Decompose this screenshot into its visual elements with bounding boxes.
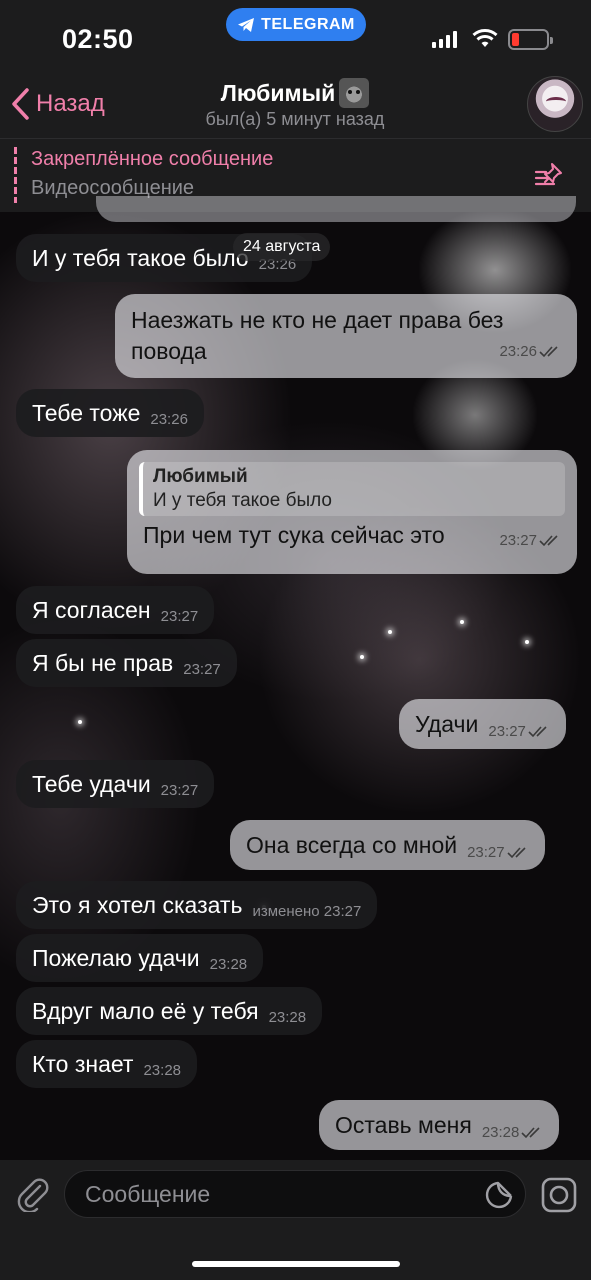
- message-time: 23:28: [268, 1009, 307, 1026]
- message-text: Тебе тоже: [32, 399, 141, 426]
- message-time: изменено 23:27: [252, 903, 362, 920]
- message-time: 23:27: [467, 844, 529, 861]
- message-time: 23:28: [209, 956, 248, 973]
- paperclip-icon[interactable]: [16, 1176, 50, 1212]
- double-check-icon: [507, 846, 526, 858]
- message-time: 23:28: [143, 1062, 182, 1079]
- date-separator: 24 августа: [233, 233, 331, 261]
- home-indicator[interactable]: [192, 1261, 400, 1267]
- back-label: Назад: [36, 90, 105, 117]
- message-time: 23:27: [499, 532, 561, 549]
- sticker-icon[interactable]: [484, 1180, 514, 1210]
- wifi-icon: [472, 29, 498, 47]
- message-text: Наезжать не кто не дает права без: [131, 307, 504, 333]
- double-check-icon: [521, 1126, 540, 1138]
- message-text: Я согласен: [32, 596, 151, 623]
- message-text: При чем тут сука сейчас это: [143, 522, 445, 548]
- message-bubble-outgoing[interactable]: Она всегда со мной 23:27: [230, 820, 545, 870]
- message-bubble-incoming[interactable]: Это я хотел сказать изменено 23:27: [16, 881, 378, 929]
- video-message-camera-icon[interactable]: [541, 1177, 577, 1213]
- message-text: Удачи: [415, 710, 479, 737]
- cat-emoji-icon: [339, 78, 370, 108]
- message-bubble-incoming[interactable]: Я согласен 23:27: [16, 586, 215, 634]
- message-bubble-outgoing[interactable]: Наезжать не кто не дает права без повода…: [115, 294, 577, 378]
- message-text: Тебе удачи: [32, 770, 151, 797]
- reply-quote[interactable]: Любимый И у тебя такое было: [139, 462, 565, 516]
- message-text: Оставь меня: [335, 1111, 472, 1138]
- double-check-icon: [539, 534, 558, 546]
- message-time: 23:26: [150, 411, 188, 428]
- message-time: 23:27: [183, 661, 221, 678]
- message-time: 23:27: [160, 608, 199, 625]
- message-bubble-partial: [96, 196, 576, 222]
- message-text: Она всегда со мной: [246, 831, 458, 858]
- status-time: 02:50: [62, 24, 134, 54]
- chat-header: Назад Любимый был(а) 5 минут назад: [0, 70, 591, 138]
- status-bar: 02:50 TELEGRAM: [0, 0, 591, 70]
- cellular-signal-icon: [432, 31, 457, 48]
- message-input-placeholder: Сообщение: [85, 1180, 211, 1207]
- battery-level: [512, 33, 519, 46]
- message-text: Это я хотел сказать: [32, 891, 243, 918]
- message-bubble-outgoing[interactable]: Удачи 23:27: [399, 699, 566, 749]
- contact-avatar[interactable]: [527, 76, 583, 132]
- message-bubble-incoming[interactable]: Вдруг мало её у тебя 23:28: [16, 987, 323, 1035]
- reply-author: Любимый: [153, 466, 248, 487]
- message-text: И у тебя такое было: [32, 244, 249, 271]
- pinned-list-icon[interactable]: [534, 161, 566, 187]
- message-text: Пожелаю удачи: [32, 944, 200, 971]
- wallpaper-sparkle: [460, 620, 464, 624]
- chevron-left-icon: [12, 88, 29, 120]
- app-pill-label: TELEGRAM: [261, 15, 355, 33]
- message-bubble-incoming[interactable]: Пожелаю удачи 23:28: [16, 934, 264, 982]
- reply-text: И у тебя такое было: [153, 490, 332, 511]
- wallpaper-sparkle: [78, 720, 82, 724]
- double-check-icon: [539, 345, 558, 357]
- message-input[interactable]: Сообщение: [64, 1170, 526, 1218]
- message-bubble-incoming[interactable]: Тебе удачи 23:27: [16, 760, 215, 808]
- message-time: 23:27: [160, 782, 199, 799]
- message-time: 23:28: [482, 1124, 544, 1141]
- paper-plane-icon: [238, 17, 255, 32]
- message-bubble-incoming[interactable]: Тебе тоже 23:26: [16, 389, 204, 437]
- message-time: 23:26: [499, 336, 561, 367]
- message-bubble-incoming[interactable]: Кто знает 23:28: [16, 1040, 198, 1088]
- back-button[interactable]: Назад: [10, 87, 105, 121]
- contact-name: Любимый: [220, 79, 336, 106]
- wallpaper-sparkle: [360, 655, 364, 659]
- wallpaper-sparkle: [525, 640, 529, 644]
- message-text: Кто знает: [32, 1050, 134, 1077]
- message-time: 23:27: [488, 723, 550, 740]
- telegram-app-pill[interactable]: TELEGRAM: [226, 8, 366, 41]
- double-check-icon: [528, 725, 547, 737]
- last-seen-status: был(а) 5 минут назад: [205, 109, 385, 129]
- message-bubble-outgoing[interactable]: Оставь меня 23:28: [319, 1100, 560, 1150]
- wallpaper-sparkle: [388, 630, 392, 634]
- pinned-title: Закреплённое сообщение: [31, 148, 274, 170]
- message-bubble-incoming[interactable]: Я бы не прав 23:27: [16, 639, 237, 687]
- message-text: Вдруг мало её у тебя: [32, 997, 259, 1024]
- pinned-indicator: [14, 147, 17, 203]
- message-text: повода: [131, 338, 207, 364]
- battery-icon: [508, 29, 553, 50]
- message-text: Я бы не прав: [32, 649, 174, 676]
- chat-title[interactable]: Любимый был(а) 5 минут назад: [150, 78, 440, 130]
- message-bubble-outgoing-reply[interactable]: Любимый И у тебя такое было При чем тут …: [127, 450, 577, 574]
